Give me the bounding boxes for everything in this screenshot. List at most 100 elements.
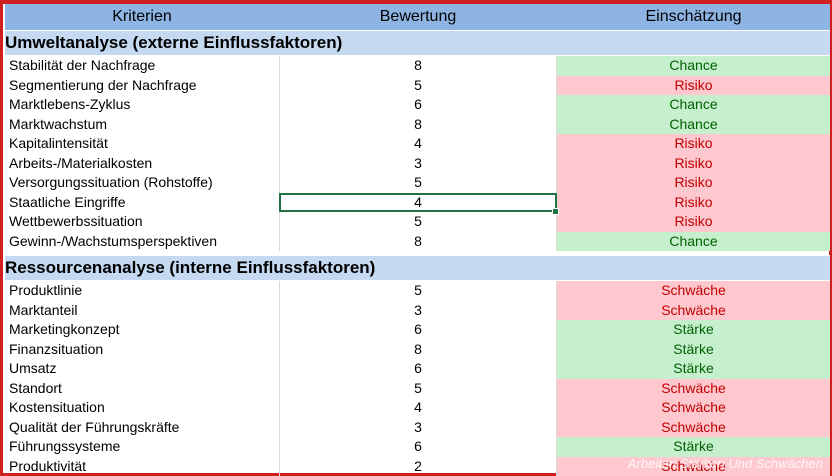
assessment-cell[interactable]: Stärke: [557, 359, 830, 379]
assessment-cell[interactable]: Chance: [557, 95, 830, 115]
rating-cell[interactable]: 8: [279, 339, 557, 359]
table-row: Führungssysteme 6 Stärke: [5, 437, 830, 457]
criterion-cell[interactable]: Marktlebens-Zyklus: [5, 95, 279, 115]
assessment-cell[interactable]: Chance: [557, 114, 830, 134]
table-row: Marktanteil 3 Schwäche: [5, 300, 830, 321]
rating-value: 6: [414, 321, 422, 337]
assessment-cell[interactable]: Risiko: [557, 212, 830, 232]
criterion-cell[interactable]: Gewinn-/Wachstumsperspektiven: [5, 232, 279, 252]
table-row: Produktlinie 5 Schwäche: [5, 281, 830, 301]
table-row: Gewinn-/Wachstumsperspektiven 8 Chance: [5, 231, 830, 252]
assessment-cell[interactable]: Schwäche: [557, 378, 830, 398]
rating-cell[interactable]: 3: [279, 300, 557, 320]
rating-value: 2: [414, 457, 422, 474]
assessment-cell[interactable]: Risiko: [557, 192, 830, 212]
header-row: Kriterien Bewertung Einschätzung: [5, 4, 830, 30]
rating-cell[interactable]: 6: [279, 359, 557, 379]
table-row: Kapitalintensität 4 Risiko: [5, 134, 830, 154]
assessment-cell[interactable]: Chance: [557, 56, 830, 76]
header-einschaetzung[interactable]: Einschätzung: [557, 4, 830, 30]
criterion-cell[interactable]: Marktwachstum: [5, 115, 279, 135]
assessment-cell[interactable]: Risiko: [557, 75, 830, 95]
rating-value: 5: [414, 282, 422, 298]
rating-value: 3: [414, 301, 422, 318]
criterion-cell[interactable]: Segmentierung der Nachfrage: [5, 76, 279, 96]
criterion-cell[interactable]: Marketingkonzept: [5, 320, 279, 340]
rating-cell[interactable]: 8: [279, 56, 557, 76]
rating-cell[interactable]: 8: [279, 231, 557, 251]
rating-cell[interactable]: 5: [279, 75, 557, 95]
criterion-cell[interactable]: Standort: [5, 379, 279, 399]
table-row: Staatliche Eingriffe 4 Risiko: [5, 192, 830, 215]
rating-value: 8: [414, 232, 422, 249]
criterion-cell[interactable]: Produktivität: [5, 457, 279, 476]
rating-value: 4: [414, 135, 422, 151]
assessment-cell[interactable]: Risiko: [557, 153, 830, 173]
assessment-cell[interactable]: Stärke: [557, 437, 830, 457]
criterion-cell[interactable]: Arbeits-/Materialkosten: [5, 154, 279, 174]
rating-value: 3: [414, 154, 422, 171]
rating-cell[interactable]: 8: [279, 114, 557, 134]
spreadsheet-frame: Kriterien Bewertung Einschätzung Umwelta…: [0, 0, 832, 476]
rating-cell[interactable]: 4: [279, 192, 559, 215]
assessment-cell[interactable]: Schwäche: [557, 281, 830, 301]
header-bewertung[interactable]: Bewertung: [279, 4, 557, 30]
rating-cell[interactable]: 3: [279, 417, 557, 437]
criterion-cell[interactable]: Wettbewerbssituation: [5, 212, 279, 232]
rating-value: 6: [414, 360, 422, 376]
rating-cell[interactable]: 5: [279, 212, 557, 232]
rating-value: 6: [414, 438, 422, 454]
assessment-cell[interactable]: Schwäche: [557, 398, 830, 418]
table-row: Versorgungssituation (Rohstoffe) 5 Risiko: [5, 173, 830, 193]
watermark-text: Arbeiten Stärken Und Schwächen: [627, 456, 823, 471]
rating-value: 5: [414, 213, 422, 229]
table-row: Umsatz 6 Stärke: [5, 359, 830, 379]
criterion-cell[interactable]: Stabilität der Nachfrage: [5, 56, 279, 76]
table-row: Arbeits-/Materialkosten 3 Risiko: [5, 153, 830, 174]
rating-cell[interactable]: 5: [279, 378, 557, 398]
criterion-cell[interactable]: Qualität der Führungskräfte: [5, 418, 279, 438]
table-row: Wettbewerbssituation 5 Risiko: [5, 212, 830, 232]
table-row: Marktwachstum 8 Chance: [5, 114, 830, 135]
criterion-cell[interactable]: Kapitalintensität: [5, 134, 279, 154]
table-body: Umweltanalyse (externe Einflussfaktoren)…: [5, 30, 830, 476]
criterion-cell[interactable]: Finanzsituation: [5, 340, 279, 360]
section-header[interactable]: Ressourcenanalyse (interne Einflussfakto…: [5, 255, 830, 281]
assessment-cell[interactable]: Risiko: [557, 134, 830, 154]
criterion-cell[interactable]: Marktanteil: [5, 301, 279, 321]
rating-cell[interactable]: 3: [279, 153, 557, 173]
assessment-cell[interactable]: Schwäche: [557, 300, 830, 320]
table-row: Kostensituation 4 Schwäche: [5, 398, 830, 418]
rating-value: 4: [414, 399, 422, 415]
table-row: Standort 5 Schwäche: [5, 378, 830, 399]
rating-cell[interactable]: 6: [279, 95, 557, 115]
rating-value: 3: [414, 418, 422, 435]
header-kriterien[interactable]: Kriterien: [5, 4, 279, 30]
rating-value: 5: [414, 174, 422, 190]
criterion-cell[interactable]: Produktlinie: [5, 281, 279, 301]
assessment-cell[interactable]: Chance: [557, 231, 830, 251]
assessment-cell[interactable]: Risiko: [557, 173, 830, 193]
section-header[interactable]: Umweltanalyse (externe Einflussfaktoren): [5, 30, 830, 56]
criterion-cell[interactable]: Staatliche Eingriffe: [5, 193, 279, 213]
assessment-cell[interactable]: Schwäche: [557, 417, 830, 437]
rating-cell[interactable]: 2: [279, 456, 557, 476]
rating-cell[interactable]: 6: [279, 320, 557, 340]
criterion-cell[interactable]: Versorgungssituation (Rohstoffe): [5, 173, 279, 193]
rating-cell[interactable]: 4: [279, 398, 557, 418]
rating-cell[interactable]: 5: [279, 173, 557, 193]
rating-cell[interactable]: 5: [279, 281, 557, 301]
assessment-cell[interactable]: Stärke: [557, 320, 830, 340]
fill-handle[interactable]: [552, 208, 559, 215]
rating-value: 8: [414, 57, 422, 73]
table-row: Marketingkonzept 6 Stärke: [5, 320, 830, 340]
criterion-cell[interactable]: Kostensituation: [5, 398, 279, 418]
rating-cell[interactable]: 4: [279, 134, 557, 154]
assessment-cell[interactable]: Stärke: [557, 339, 830, 359]
criterion-cell[interactable]: Umsatz: [5, 359, 279, 379]
rating-cell[interactable]: 6: [279, 437, 557, 457]
rating-value: 6: [414, 96, 422, 112]
table-row: Segmentierung der Nachfrage 5 Risiko: [5, 75, 830, 96]
criterion-cell[interactable]: Führungssysteme: [5, 437, 279, 457]
table-row: Stabilität der Nachfrage 8 Chance: [5, 56, 830, 76]
